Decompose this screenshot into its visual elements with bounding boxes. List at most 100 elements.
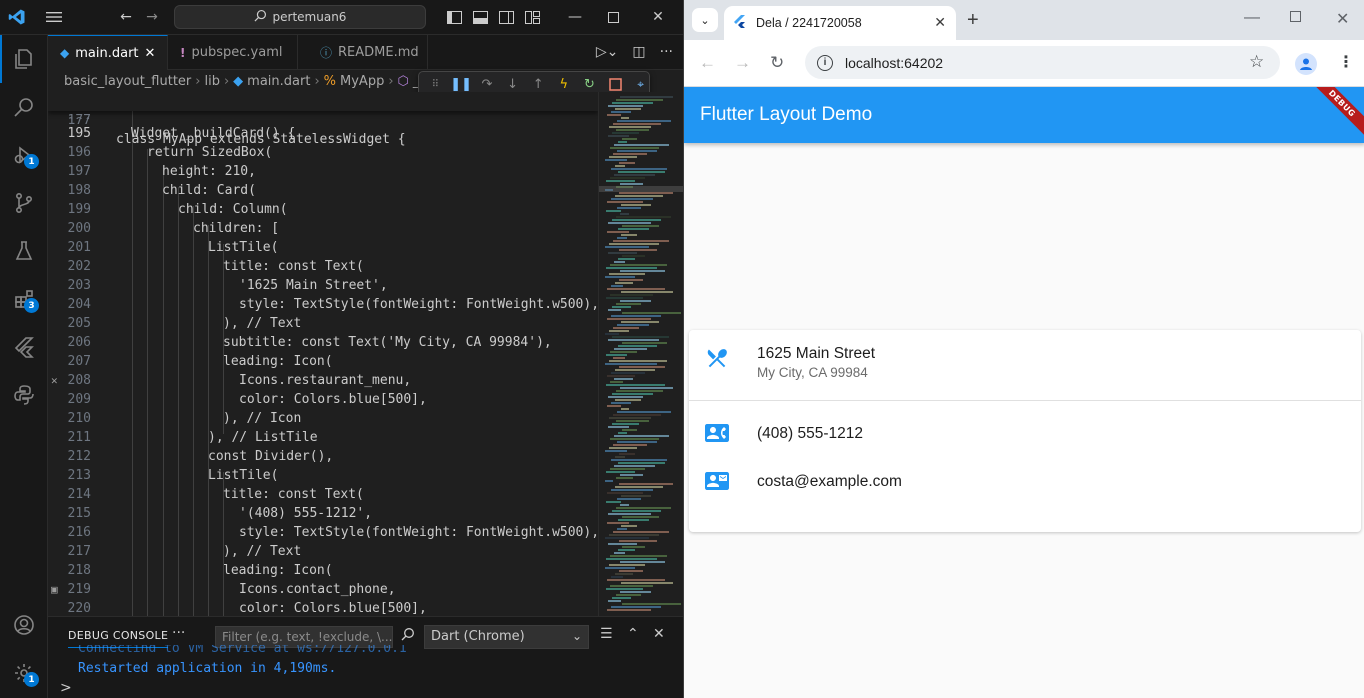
code-line[interactable]: 211), // ListTile xyxy=(48,428,598,447)
code-line[interactable]: 218 leading: Icon( xyxy=(48,561,598,580)
list-tile-address[interactable]: 1625 Main Street My City, CA 99984 xyxy=(689,330,1361,400)
debug-session-select[interactable]: Dart (Chrome) ⌄ xyxy=(424,625,589,649)
breadcrumb-item[interactable]: main.dart xyxy=(247,74,310,89)
code-line[interactable]: 207 leading: Icon( xyxy=(48,352,598,371)
breadcrumb-item[interactable]: MyApp xyxy=(340,74,384,89)
class-icon: % xyxy=(323,73,337,89)
minimize-icon[interactable]: — xyxy=(567,8,583,26)
source-control-icon[interactable] xyxy=(0,179,48,227)
title-bar: ← → pertemuan6 — ✕ xyxy=(0,0,683,35)
info-icon: ⓘ xyxy=(320,46,333,60)
code-line[interactable]: 206 subtitle: const Text('My City, CA 999… xyxy=(48,333,598,352)
toggle-panel-icon[interactable] xyxy=(472,8,488,26)
close-window-icon[interactable]: ✕ xyxy=(1336,9,1349,29)
code-line[interactable]: 199 child: Column( xyxy=(48,200,598,219)
close-tab-icon[interactable]: ✕ xyxy=(934,14,946,31)
more-actions-icon[interactable]: ··· xyxy=(660,44,673,60)
code-line[interactable]: 209 color: Colors.blue[500], xyxy=(48,390,598,409)
menu-icon[interactable] xyxy=(45,8,63,26)
code-line[interactable]: 217), // Text xyxy=(48,542,598,561)
reload-icon[interactable]: ↻ xyxy=(770,53,784,73)
code-line[interactable]: 215 '(408) 555-1212', xyxy=(48,504,598,523)
accounts-icon[interactable] xyxy=(0,601,48,649)
list-tile-email[interactable]: costa@example.com xyxy=(689,457,1361,505)
back-arrow-icon[interactable]: ← xyxy=(118,8,134,26)
minimize-icon[interactable]: — xyxy=(1244,9,1260,27)
code-line[interactable]: 204 style: TextStyle(fontWeight: FontWeig… xyxy=(48,295,598,314)
tab-search-button[interactable]: ⌄ xyxy=(692,8,718,32)
breadcrumb-item[interactable]: lib xyxy=(204,74,219,89)
console-prompt[interactable]: > xyxy=(60,680,72,696)
split-editor-icon[interactable]: ◫ xyxy=(632,44,645,60)
settings-gear-icon[interactable]: 1 xyxy=(0,649,48,697)
address-bar[interactable]: i localhost:64202 xyxy=(805,46,1280,79)
code-line[interactable]: 220 color: Colors.blue[500], xyxy=(48,599,598,616)
code-line[interactable]: 198 child: Card( xyxy=(48,181,598,200)
minimap[interactable] xyxy=(598,92,683,616)
kebab-menu-icon[interactable]: ⋮ xyxy=(1338,52,1354,71)
code-editor[interactable]: 177 class MyApp extends StatelessWidget … xyxy=(48,92,598,616)
run-debug-icon[interactable]: 1 xyxy=(0,131,48,179)
code-line[interactable]: 214 title: const Text( xyxy=(48,485,598,504)
extensions-icon[interactable]: 3 xyxy=(0,275,48,323)
breadcrumb-item[interactable]: basic_layout_flutter xyxy=(64,74,191,89)
new-tab-button[interactable]: + xyxy=(967,9,979,32)
sticky-scroll-line[interactable]: 177 class MyApp extends StatelessWidget … xyxy=(48,92,598,147)
clear-console-icon[interactable]: ☰ xyxy=(600,626,613,642)
code-line[interactable]: 197 height: 210, xyxy=(48,162,598,181)
contact-phone-icon xyxy=(705,421,729,445)
toggle-secondary-sidebar-icon[interactable] xyxy=(498,8,514,26)
tab-readme[interactable]: ⓘ README.md xyxy=(308,35,428,70)
tab-pubspec[interactable]: ! pubspec.yaml xyxy=(168,35,298,70)
restart-icon[interactable]: ↻ xyxy=(581,76,598,93)
step-over-icon[interactable]: ↷ xyxy=(479,76,496,93)
forward-arrow-icon[interactable]: → xyxy=(734,53,751,73)
code-text: ListTile( xyxy=(208,468,279,483)
forward-arrow-icon[interactable]: → xyxy=(144,8,160,26)
step-out-icon[interactable]: ↑ xyxy=(530,76,547,93)
toggle-sidebar-icon[interactable] xyxy=(446,8,462,26)
maximize-icon[interactable] xyxy=(605,8,621,26)
list-tile-phone[interactable]: (408) 555-1212 xyxy=(689,409,1361,457)
flutter-icon[interactable] xyxy=(0,323,48,371)
code-line[interactable]: 213 ListTile( xyxy=(48,466,598,485)
stop-icon[interactable] xyxy=(607,76,624,93)
code-line[interactable]: 208 ✕ Icons.restaurant_menu, xyxy=(48,371,598,390)
drag-handle-icon[interactable]: ⠿ xyxy=(427,76,444,93)
more-panels-icon[interactable]: ··· xyxy=(172,625,185,641)
code-line[interactable]: 205), // Text xyxy=(48,314,598,333)
command-center[interactable]: pertemuan6 xyxy=(174,5,426,29)
code-line[interactable]: 219 ▣ Icons.contact_phone, xyxy=(48,580,598,599)
close-window-icon[interactable]: ✕ xyxy=(650,8,666,26)
step-into-icon[interactable]: ↓ xyxy=(504,76,521,93)
maximize-icon[interactable] xyxy=(1290,9,1301,27)
site-info-icon[interactable]: i xyxy=(817,54,833,71)
code-line[interactable]: 200 children: [ xyxy=(48,219,598,238)
close-tab-icon[interactable]: ✕ xyxy=(145,46,156,61)
browser-tab[interactable]: Dela / 2241720058 ✕ xyxy=(724,6,956,40)
back-arrow-icon[interactable]: ← xyxy=(699,53,716,73)
hot-reload-icon[interactable]: ϟ xyxy=(556,76,573,93)
code-line[interactable]: 210), // Icon xyxy=(48,409,598,428)
code-line[interactable]: 202 title: const Text( xyxy=(48,257,598,276)
python-icon[interactable] xyxy=(0,371,48,419)
code-text: title: const Text( xyxy=(223,487,364,502)
tab-main-dart[interactable]: ◆ main.dart ✕ xyxy=(48,35,168,70)
pause-icon[interactable]: ❚❚ xyxy=(450,76,472,93)
code-line[interactable]: 203'1625 Main Street', xyxy=(48,276,598,295)
devtools-icon[interactable]: ⌖ xyxy=(632,76,649,93)
code-text: style: TextStyle(fontWeight: FontWeight.… xyxy=(239,525,598,540)
customize-layout-icon[interactable] xyxy=(524,8,540,26)
testing-icon[interactable] xyxy=(0,227,48,275)
code-line[interactable]: 212 const Divider(), xyxy=(48,447,598,466)
explorer-icon[interactable] xyxy=(0,35,48,83)
chevron-down-icon: ⌄ xyxy=(571,629,582,643)
close-panel-icon[interactable]: ✕ xyxy=(653,626,665,642)
profile-avatar-icon[interactable] xyxy=(1295,53,1317,75)
search-view-icon[interactable] xyxy=(0,83,48,131)
code-line[interactable]: 201 ListTile( xyxy=(48,238,598,257)
bookmark-star-icon[interactable]: ☆ xyxy=(1249,52,1264,72)
run-debug-dropdown-icon[interactable]: ▷⌄ xyxy=(596,44,619,60)
maximize-panel-icon[interactable]: ⌃ xyxy=(627,626,639,642)
code-line[interactable]: 216 style: TextStyle(fontWeight: FontWeig… xyxy=(48,523,598,542)
